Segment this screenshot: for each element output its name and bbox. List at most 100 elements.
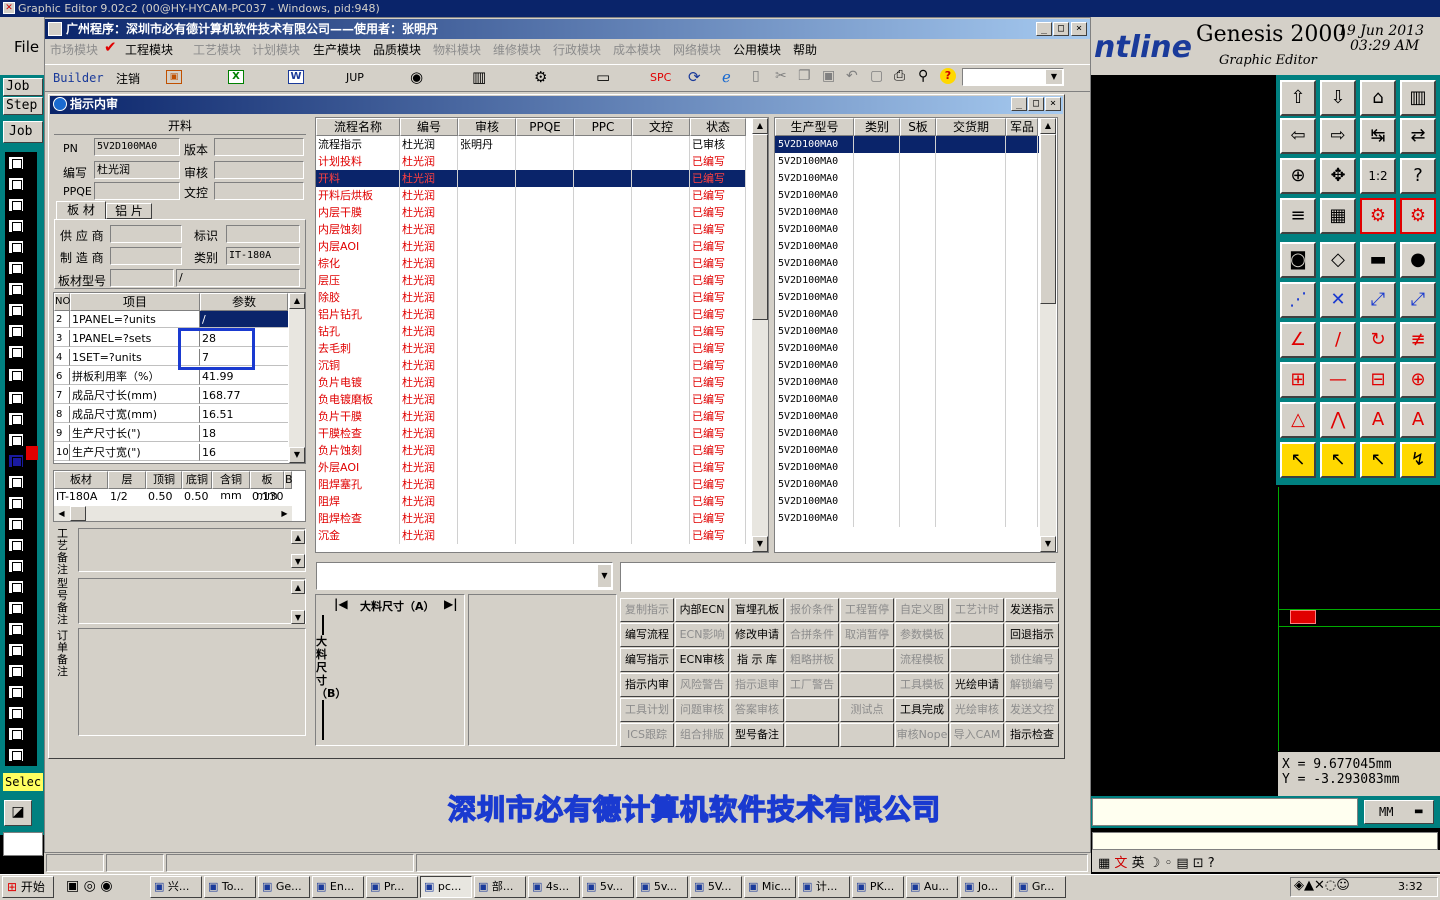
- model-cell[interactable]: 5V2D100MA0: [776, 425, 854, 442]
- action-button[interactable]: 指 示 库: [730, 648, 784, 672]
- taskbar-item[interactable]: ▣ pc...: [420, 876, 472, 898]
- toolbar-icon-1[interactable]: ▣: [166, 70, 182, 84]
- material-scroll-thumb[interactable]: [70, 506, 86, 521]
- left-tool-icon[interactable]: [7, 558, 25, 574]
- action-button[interactable]: 修改申请: [730, 623, 784, 647]
- new-doc-icon[interactable]: ▯: [752, 68, 760, 84]
- left-tool-icon[interactable]: [7, 663, 25, 679]
- genesis-tool-icon[interactable]: ⇩: [1320, 80, 1356, 116]
- genesis-tool-icon[interactable]: ✥: [1320, 158, 1356, 194]
- left-tool-icon[interactable]: [7, 411, 25, 427]
- unit-select[interactable]: MM: [1364, 800, 1434, 824]
- action-button[interactable]: 编写流程: [620, 623, 674, 647]
- taskbar-item[interactable]: ▣ 兴...: [150, 876, 202, 898]
- jup-button[interactable]: JUP: [346, 71, 364, 84]
- genesis-tool-icon[interactable]: ≡: [1280, 198, 1316, 234]
- genesis-tool-icon[interactable]: ≢: [1400, 322, 1436, 358]
- param-item[interactable]: 拼板利用率（%）: [70, 368, 200, 385]
- action-button[interactable]: [840, 723, 894, 747]
- logout-button[interactable]: 注销: [116, 70, 140, 87]
- process-header[interactable]: PPC: [574, 118, 632, 136]
- app-maximize-button[interactable]: □: [1053, 22, 1069, 36]
- model-note-field[interactable]: [78, 578, 306, 624]
- left-tool-icon[interactable]: [7, 239, 25, 255]
- left-tool-icon[interactable]: [7, 726, 25, 742]
- review-field[interactable]: [214, 161, 304, 179]
- select-label[interactable]: Selec: [3, 773, 43, 791]
- genesis-tool-icon[interactable]: ✕: [1320, 282, 1356, 318]
- order-note-field[interactable]: [78, 628, 306, 736]
- spc-button[interactable]: SPC: [650, 71, 671, 84]
- model-cell[interactable]: 5V2D100MA0: [776, 221, 854, 238]
- action-button[interactable]: 风险警告: [675, 673, 729, 697]
- param-value[interactable]: 168.77: [200, 387, 288, 404]
- action-button[interactable]: 锁住编号: [1005, 648, 1059, 672]
- param-value[interactable]: 18: [200, 425, 288, 442]
- action-button[interactable]: 指示内审: [620, 673, 674, 697]
- action-button[interactable]: 光绘申请: [950, 673, 1004, 697]
- param-item[interactable]: 生产尺寸长("): [70, 425, 200, 442]
- mark-field[interactable]: [226, 225, 300, 243]
- find-icon[interactable]: ⚲: [918, 68, 928, 84]
- action-button[interactable]: 复制指示: [620, 598, 674, 622]
- material-cell[interactable]: [212, 488, 250, 505]
- snap-icon[interactable]: ◪: [4, 800, 32, 826]
- left-tool-icon[interactable]: [7, 453, 25, 469]
- model-header[interactable]: 类别: [854, 118, 900, 136]
- taskbar-item[interactable]: ▣ Mic...: [744, 876, 796, 898]
- menu-item[interactable]: 维修模块: [493, 41, 541, 58]
- left-tool-icon[interactable]: [7, 432, 25, 448]
- start-button[interactable]: ⊞ 开始: [2, 876, 54, 898]
- model-cell[interactable]: 5V2D100MA0: [776, 459, 854, 476]
- process-scroll-thumb[interactable]: [752, 134, 768, 320]
- process-combo[interactable]: [316, 562, 613, 590]
- menu-item[interactable]: 网络模块: [673, 41, 721, 58]
- model-cell[interactable]: 5V2D100MA0: [776, 187, 854, 204]
- action-button[interactable]: 工具计划: [620, 698, 674, 722]
- model-header[interactable]: S板: [900, 118, 936, 136]
- canvas-feature[interactable]: [1290, 610, 1316, 624]
- model-scroll-up[interactable]: ▲: [1040, 118, 1056, 134]
- app-close-button[interactable]: ×: [1071, 22, 1087, 36]
- preview-icon[interactable]: ▢: [870, 68, 883, 84]
- left-input[interactable]: [3, 832, 43, 856]
- left-tool-icon[interactable]: [7, 642, 25, 658]
- sub-minimize-button[interactable]: _: [1011, 97, 1027, 111]
- supplier-field[interactable]: [110, 225, 182, 243]
- type-field[interactable]: IT-180A: [226, 247, 300, 265]
- model-cell[interactable]: 5V2D100MA0: [776, 357, 854, 374]
- model-cell[interactable]: 5V2D100MA0: [776, 442, 854, 459]
- menu-item[interactable]: 物料模块: [433, 41, 481, 58]
- genesis-tool-icon[interactable]: ⚙: [1400, 198, 1436, 234]
- param-scroll-up[interactable]: ▲: [289, 293, 305, 309]
- taskbar-item[interactable]: ▣ 计...: [798, 876, 850, 898]
- param-value[interactable]: 16: [200, 444, 288, 461]
- genesis-tool-icon[interactable]: ⋰: [1280, 282, 1316, 318]
- message-field[interactable]: [1092, 798, 1358, 826]
- param-scrollbar[interactable]: [289, 293, 305, 463]
- param-value[interactable]: 41.99: [200, 368, 288, 385]
- note1-scroll-up[interactable]: ▲: [291, 530, 305, 544]
- genesis-tool-icon[interactable]: ◇: [1320, 242, 1356, 278]
- undo-icon[interactable]: ↶: [846, 68, 858, 84]
- menu-item[interactable]: 生产模块: [313, 41, 361, 58]
- tools-icon[interactable]: ⚙: [534, 68, 547, 86]
- tab-board[interactable]: 板 材: [56, 201, 106, 219]
- material-cell[interactable]: [284, 488, 292, 505]
- model-cell[interactable]: 5V2D100MA0: [776, 238, 854, 255]
- material-scroll-right[interactable]: ▶: [277, 506, 292, 521]
- left-tool-icon[interactable]: [7, 474, 25, 490]
- model-cell[interactable]: 5V2D100MA0: [776, 289, 854, 306]
- left-tool-icon[interactable]: [7, 176, 25, 192]
- action-button[interactable]: 工艺计时: [950, 598, 1004, 622]
- model-header[interactable]: 生产型号: [775, 118, 854, 136]
- model-cell[interactable]: 5V2D100MA0: [776, 374, 854, 391]
- action-button[interactable]: [785, 723, 839, 747]
- action-button[interactable]: 解锁编号: [1005, 673, 1059, 697]
- board-model-field-1[interactable]: [110, 269, 174, 287]
- action-button[interactable]: [840, 648, 894, 672]
- material-cell[interactable]: IT-180A: [54, 488, 108, 505]
- material-cell[interactable]: 0.130: [250, 488, 284, 505]
- process-combo-arrow[interactable]: ▼: [598, 565, 611, 587]
- action-button[interactable]: 指示检查: [1005, 723, 1059, 747]
